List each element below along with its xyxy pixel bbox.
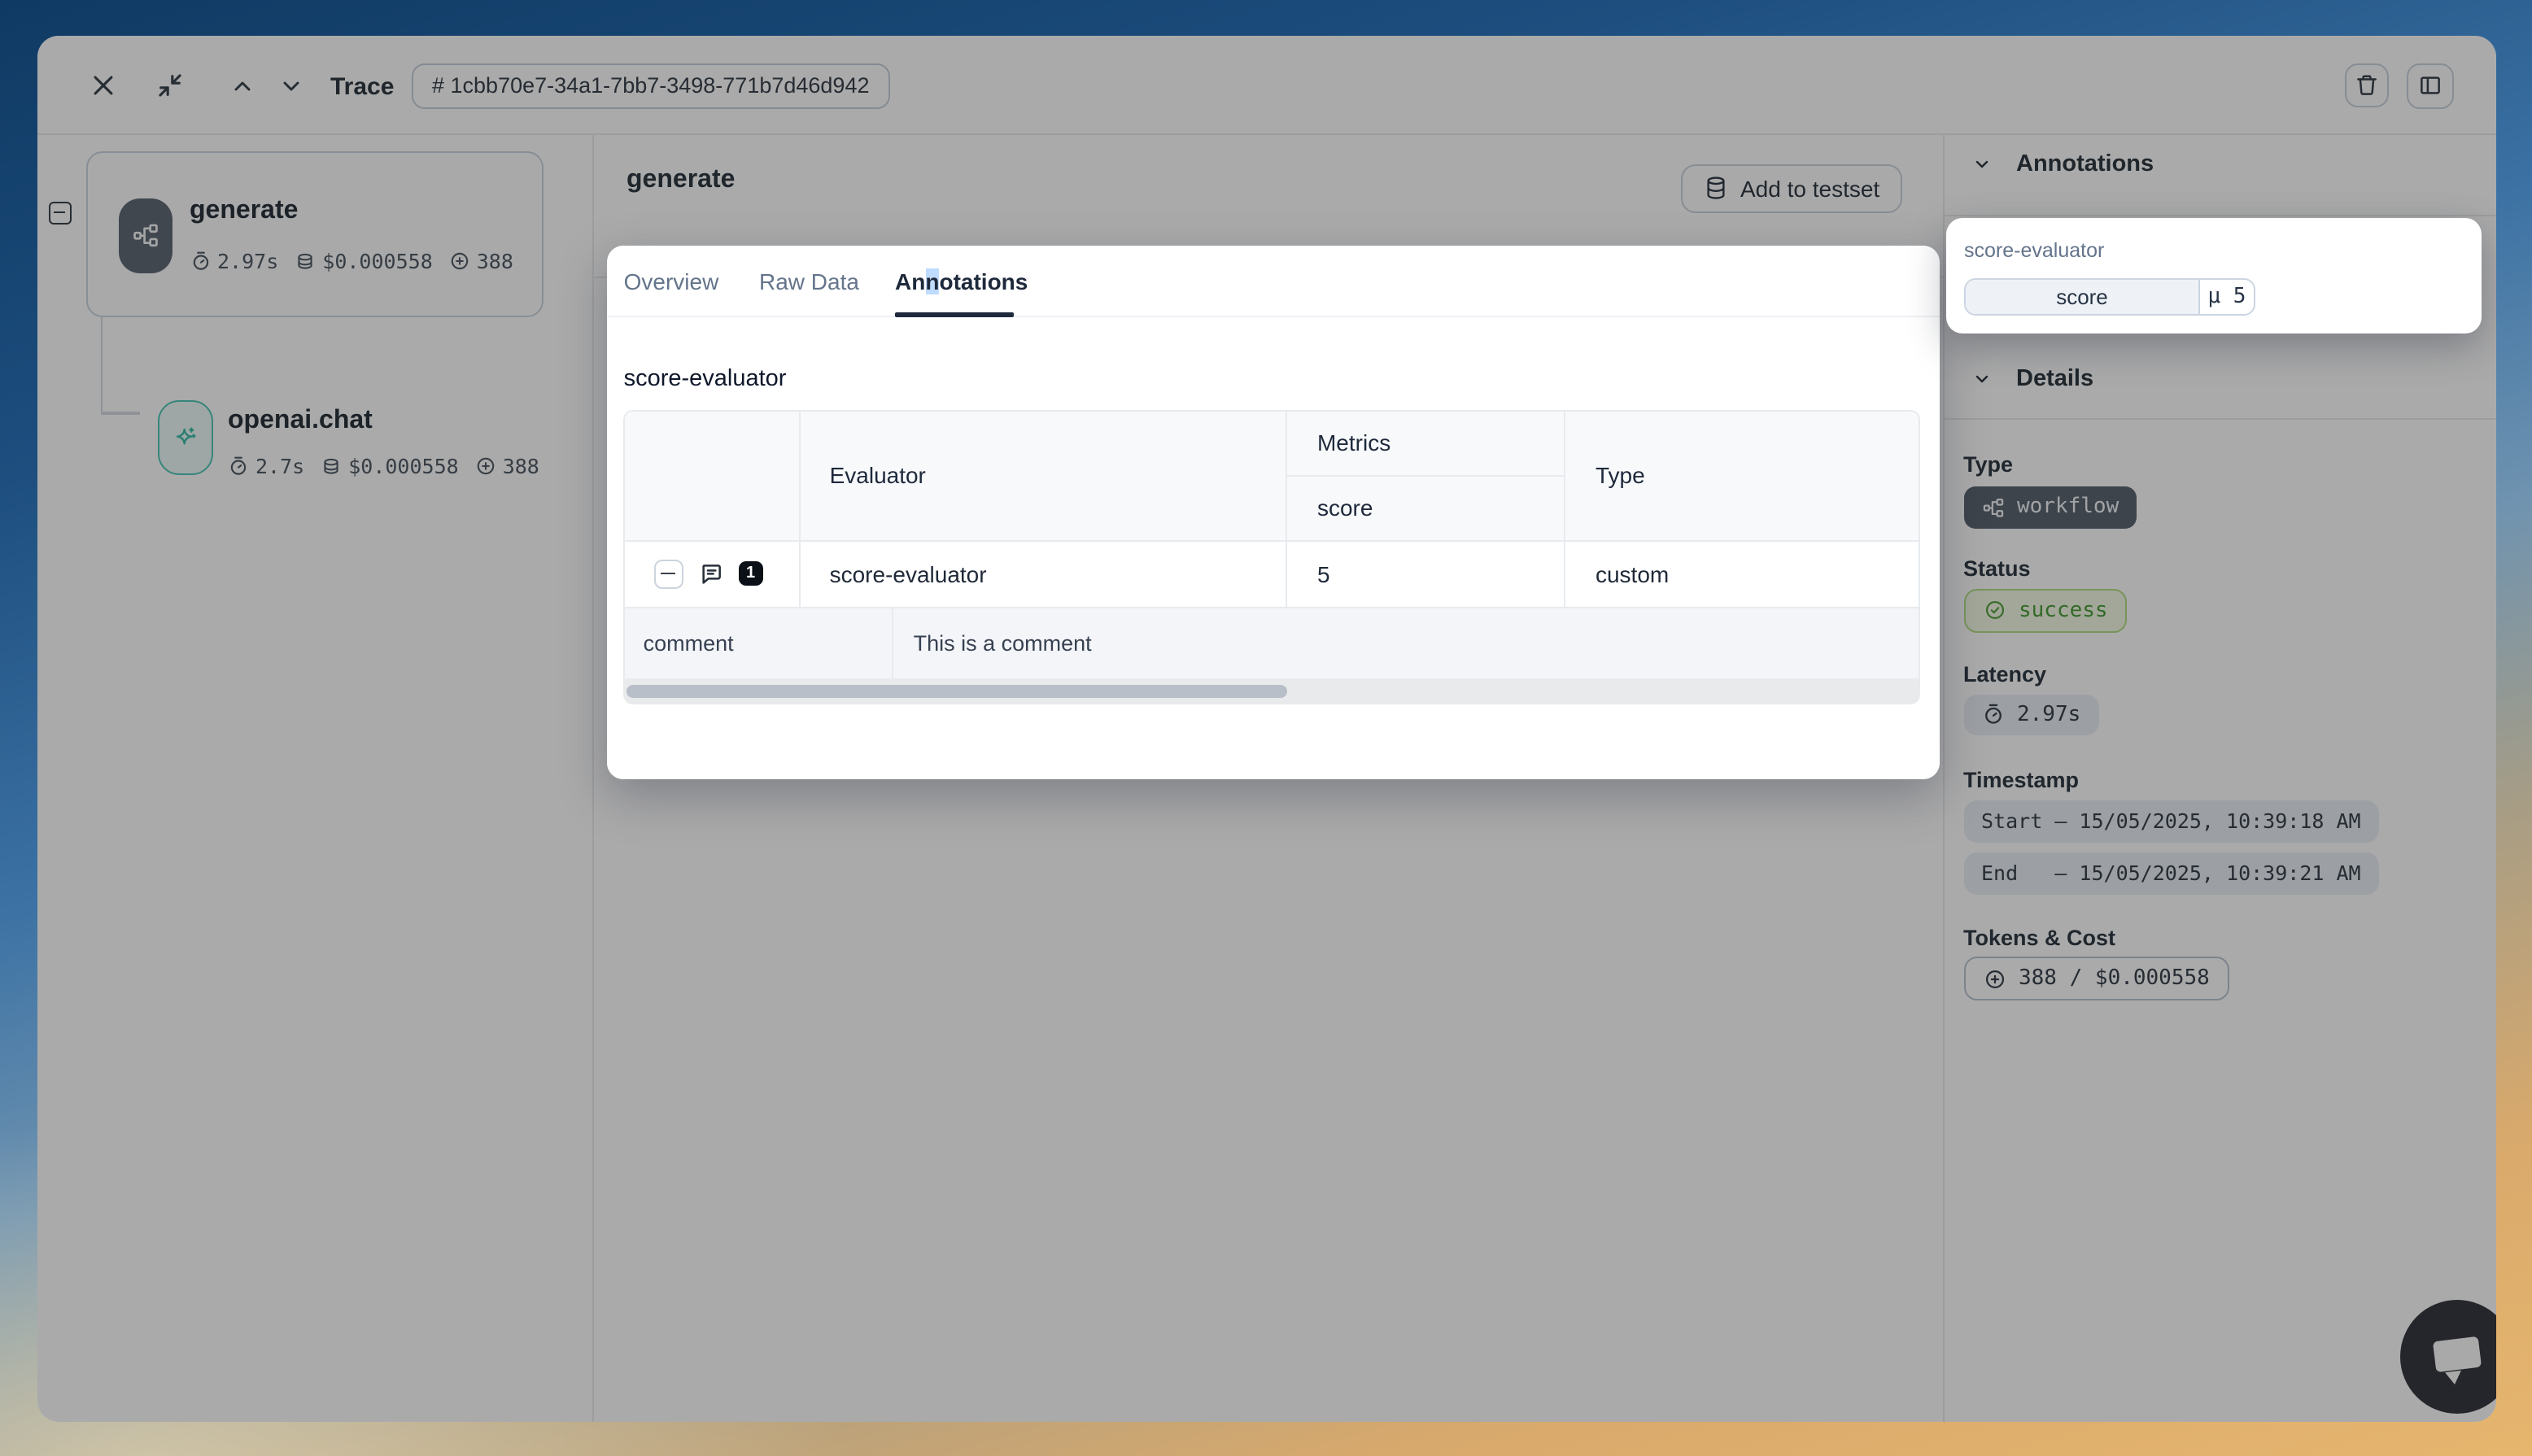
comment-key: comment	[626, 608, 894, 678]
annotations-panel: Overview Raw Data Annotations score-eval…	[606, 246, 1939, 779]
scrollbar-thumb[interactable]	[627, 685, 1288, 697]
tab-bar: Overview Raw Data Annotations	[606, 246, 1939, 318]
tab-raw-data[interactable]: Raw Data	[759, 246, 859, 318]
table-header: Evaluator Metrics score Type	[626, 411, 1919, 539]
tab-overview[interactable]: Overview	[624, 246, 719, 318]
cell-evaluator: score-evaluator	[801, 541, 1288, 606]
comment-bubble-icon[interactable]	[698, 560, 724, 586]
header-metric-score: score	[1288, 476, 1565, 539]
header-tools-col	[626, 411, 801, 539]
comment-value: This is a comment	[894, 608, 1919, 678]
trace-modal: Trace # 1cbb70e7-34a1-7bb7-3498-771b7d46…	[37, 36, 2495, 1422]
header-evaluator: Evaluator	[801, 411, 1288, 539]
row-tools-cell: 1	[626, 541, 801, 606]
page-background: Trace # 1cbb70e7-34a1-7bb7-3498-771b7d46…	[0, 0, 2532, 1456]
annotations-table: Evaluator Metrics score Type	[624, 409, 1921, 678]
header-metrics-group: Metrics score	[1288, 411, 1566, 539]
active-tab-underline	[895, 313, 1013, 318]
text-selection: n	[925, 269, 939, 295]
row-collapse-toggle[interactable]	[654, 559, 683, 588]
annotation-evaluator-name: score-evaluator	[1964, 238, 2104, 261]
metric-name: score	[1966, 280, 2198, 314]
tab-annotations[interactable]: Annotations	[895, 246, 1028, 318]
table-row: 1 score-evaluator 5 custom	[626, 539, 1919, 606]
evaluator-section-title: score-evaluator	[624, 367, 787, 393]
comment-count-badge: 1	[739, 561, 763, 586]
score-metric-pill[interactable]: score μ 5	[1964, 278, 2255, 316]
comment-row: comment This is a comment	[626, 606, 1919, 678]
header-type: Type	[1566, 411, 1919, 539]
cell-type: custom	[1566, 541, 1919, 606]
horizontal-scrollbar	[624, 678, 1921, 704]
cell-score: 5	[1288, 541, 1566, 606]
metric-mean-value: μ 5	[2198, 280, 2254, 314]
header-metrics: Metrics	[1288, 411, 1565, 476]
annotation-score-card: score-evaluator score μ 5	[1946, 217, 2481, 333]
